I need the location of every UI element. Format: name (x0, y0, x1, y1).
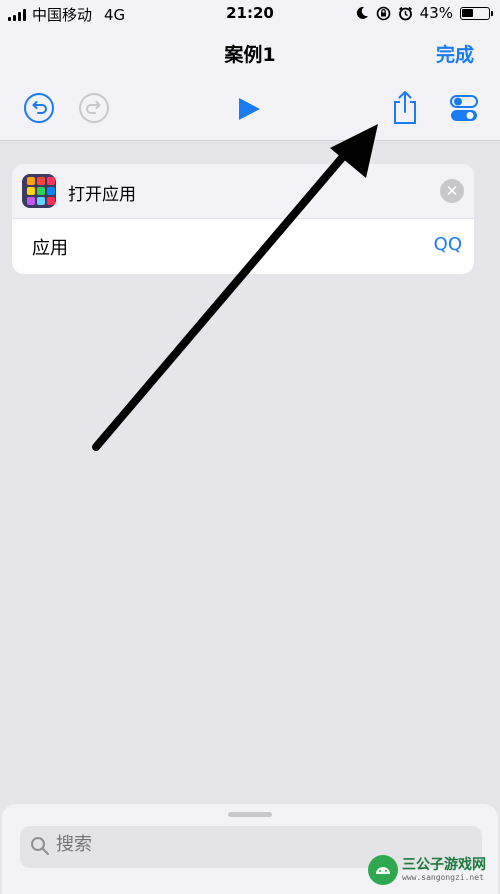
watermark-url: www.sangongzi.net (402, 873, 484, 882)
sheet-grabber[interactable] (228, 812, 272, 817)
site-watermark: 三公子游戏网 www.sangongzi.net (368, 852, 498, 888)
search-icon (31, 837, 49, 855)
annotation-arrow (92, 124, 378, 451)
watermark-title: 三公子游戏网 (402, 857, 486, 873)
android-logo-icon (368, 855, 398, 885)
